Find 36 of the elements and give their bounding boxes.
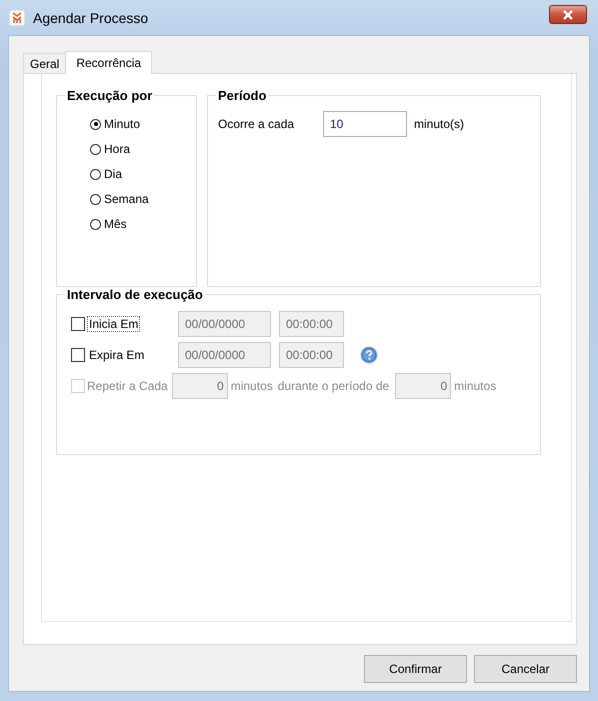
radio-button[interactable] [90,194,101,204]
unit-label: minutos [230,379,273,393]
checkbox-label[interactable]: Inicia Em [87,316,140,332]
group-title: Intervalo de execução [66,287,204,302]
time-field[interactable]: 00:00:00 [279,342,344,368]
radio-button[interactable] [90,118,101,130]
close-icon [562,10,574,20]
tab[interactable]: Recorrência [65,51,152,74]
radio-option[interactable]: Minuto [90,117,196,131]
unit-label: minutos [454,379,496,393]
date-field[interactable]: 00/00/0000 [178,311,271,337]
help-icon[interactable] [360,346,378,364]
radio-button[interactable] [90,168,101,180]
date-field[interactable]: 00/00/0000 [178,342,271,368]
dialog-button[interactable]: Cancelar [474,655,577,683]
radio-button[interactable] [90,218,101,230]
field-label: Ocorre a cada [218,117,296,131]
time-field[interactable]: 00:00:00 [279,311,344,337]
radio-button[interactable] [90,144,101,154]
interval-field[interactable]: 10 [323,111,407,137]
checkbox[interactable] [71,348,85,362]
checkbox[interactable] [71,317,85,331]
field-label: durante o período de [278,379,390,393]
radio-option[interactable]: Semana [90,192,196,206]
checkbox-label[interactable]: Expira Em [87,347,146,363]
radio-option[interactable]: Hora [90,142,196,156]
group-title: Período [217,88,268,103]
tab[interactable]: Geral [23,53,66,73]
dialog-button[interactable]: Confirmar [364,655,467,683]
radio-option[interactable]: Dia [90,167,196,181]
radio-option[interactable]: Mês [90,217,196,231]
group-title: Execução por [66,88,154,103]
window-title: Agendar Processo [33,10,150,26]
unit-label: minuto(s) [414,117,464,131]
close-button[interactable] [549,5,587,24]
app-icon [9,10,25,26]
